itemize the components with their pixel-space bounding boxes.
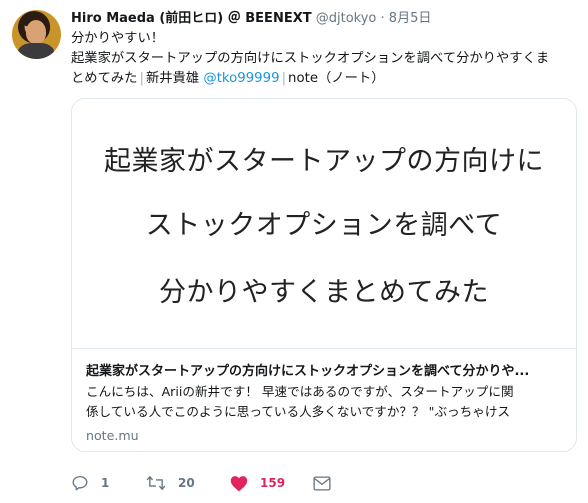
tweet: Hiro Maeda (前田ヒロ) ＠ BEENEXT @djtokyo · 8… [0, 0, 588, 503]
text-separator: | [281, 71, 287, 86]
tweet-text-line: とめてみた | 新井貴雄 @tko99999 | note（ノート） [71, 69, 576, 89]
reply-button[interactable]: 1 [71, 472, 109, 494]
retweet-icon [146, 474, 166, 492]
tweet-text-line: 起業家がスタートアップの方向けにストックオプションを調べて分かりやすくま [71, 51, 550, 66]
card-domain: note.mu [86, 428, 139, 443]
mention-link[interactable]: @tko99999 [203, 71, 279, 86]
heart-icon [230, 475, 248, 492]
reply-icon [71, 474, 89, 492]
tweet-header: Hiro Maeda (前田ヒロ) ＠ BEENEXT @djtokyo · 8… [71, 10, 431, 28]
link-card[interactable]: 起業家がスタートアップの方向けに ストックオプションを調べて 分かりやすくまとめ… [71, 98, 577, 452]
tweet-text: 分かりやすい！ 起業家がスタートアップの方向けにストックオプションを調べて分かり… [71, 29, 576, 89]
card-image-text: 分かりやすくまとめてみた [159, 277, 489, 308]
card-image-text: 起業家がスタートアップの方向けに [104, 146, 544, 177]
retweet-count: 20 [178, 476, 195, 490]
author-handle[interactable]: @djtokyo [316, 11, 377, 26]
card-description-line: こんにちは、Ariiの新井です！ 早速ではあるのですが、スタートアップに関 [86, 384, 514, 399]
tweet-text-fragment: note（ノート） [288, 71, 385, 86]
tweet-text-line: 分かりやすい！ [71, 31, 165, 46]
retweet-button[interactable]: 20 [146, 472, 195, 494]
text-separator: | [139, 71, 144, 86]
card-description-line: 係している人でこのように思っている人多くないですか？？ "ぶっちゃけス [86, 404, 511, 419]
card-title[interactable]: 起業家がスタートアップの方向けにストックオプションを調べて分かりや... [86, 360, 566, 379]
direct-message-icon [313, 475, 331, 491]
author-name[interactable]: Hiro Maeda (前田ヒロ) ＠ BEENEXT [71, 11, 312, 26]
like-button[interactable]: 159 [230, 472, 285, 494]
tweet-date[interactable]: 8月5日 [389, 11, 432, 26]
avatar-face [26, 20, 46, 44]
card-image-text: ストックオプションを調べて [145, 210, 503, 241]
tweet-actions: 1 20 159 [71, 472, 371, 494]
direct-message-button[interactable] [313, 472, 331, 494]
like-count: 159 [260, 476, 286, 490]
card-description: こんにちは、Ariiの新井です！ 早速ではあるのですが、スタートアップに関 係し… [86, 382, 566, 422]
avatar-shirt [18, 43, 54, 59]
reply-count: 1 [101, 476, 110, 490]
avatar[interactable] [12, 10, 61, 59]
tweet-text-fragment: とめてみた [71, 71, 138, 86]
card-image[interactable]: 起業家がスタートアップの方向けに ストックオプションを調べて 分かりやすくまとめ… [72, 99, 576, 349]
date-separator: · [380, 11, 385, 26]
tweet-text-fragment: 新井貴雄 [145, 71, 200, 86]
